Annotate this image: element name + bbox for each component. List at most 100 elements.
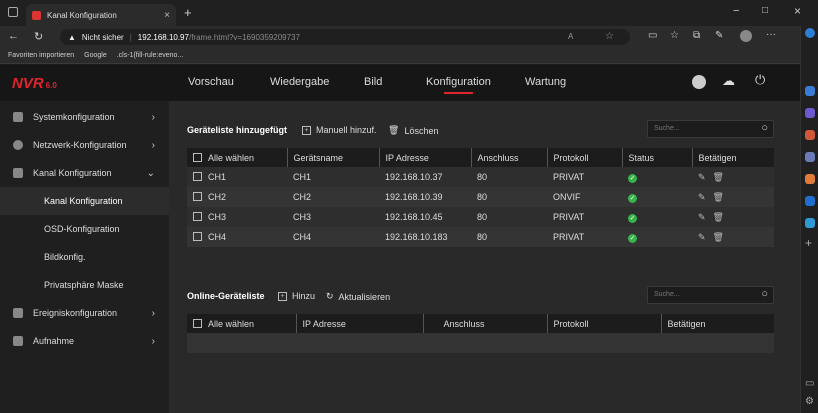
add-icon[interactable]: +: [805, 236, 812, 250]
sidebar-sub-channel-config[interactable]: Kanal Konfiguration: [0, 187, 169, 215]
bing-icon[interactable]: [805, 28, 815, 38]
sidebar-item-channel[interactable]: Kanal Konfiguration ⌄: [0, 159, 169, 187]
outlook-icon[interactable]: [805, 196, 815, 206]
collections-icon[interactable]: ⧉: [693, 30, 700, 41]
favorites-bar: Favoriten importieren Google .cls-1{fill…: [0, 48, 800, 64]
plus-icon: +: [278, 291, 287, 301]
nav-konfiguration[interactable]: Konfiguration: [426, 76, 491, 94]
tools-icon[interactable]: [805, 130, 815, 140]
new-tab-button[interactable]: +: [184, 5, 192, 20]
tab-close-icon[interactable]: ×: [164, 10, 170, 21]
row-checkbox[interactable]: [193, 232, 202, 241]
row-checkbox[interactable]: [193, 192, 202, 201]
camera-icon: [13, 168, 23, 178]
favorites-icon[interactable]: ☆: [670, 30, 679, 41]
status-ok-icon: ✓: [628, 233, 637, 243]
recording-icon: [13, 336, 23, 346]
url-path: /frame.html?v=1690359209737: [188, 32, 300, 42]
manual-add-button[interactable]: + Manuell hinzuf.: [302, 125, 377, 135]
shopping-icon[interactable]: [805, 108, 815, 118]
device-table: Alle wählen Gerätsname IP Adresse Anschl…: [187, 148, 774, 247]
col-actions: Betätigen: [660, 314, 774, 333]
select-all-header[interactable]: Alle wählen: [187, 148, 287, 167]
row-checkbox[interactable]: [193, 172, 202, 181]
minimize-button[interactable]: −: [733, 5, 739, 17]
nvr-version: 6.0: [45, 81, 57, 90]
profile-avatar[interactable]: [740, 30, 752, 42]
sidebar-item-system[interactable]: Systemkonfiguration ›: [0, 103, 169, 131]
power-icon[interactable]: ⏻: [755, 72, 765, 88]
sidebar-item-events[interactable]: Ereigniskonfiguration ›: [0, 299, 169, 327]
select-all-checkbox[interactable]: [193, 152, 202, 162]
more-menu-icon[interactable]: ···: [766, 29, 776, 40]
search-icon[interactable]: ○: [761, 122, 768, 134]
edit-icon[interactable]: ✎: [698, 172, 706, 182]
col-protocol: Protokoll: [546, 314, 661, 333]
add-button[interactable]: + Hinzu: [278, 291, 315, 301]
refresh-button[interactable]: ↻ Aktualisieren: [326, 291, 390, 302]
select-all-header[interactable]: Alle wählen: [187, 314, 296, 333]
office-icon[interactable]: [805, 174, 815, 184]
empty-row: [187, 333, 774, 353]
search-icon[interactable]: [805, 86, 815, 96]
edit-icon[interactable]: ✎: [698, 232, 706, 242]
nav-wartung[interactable]: Wartung: [525, 76, 566, 88]
split-screen-icon[interactable]: ▭: [648, 30, 657, 41]
col-protocol: Protokoll: [546, 148, 622, 167]
online-table: Alle wählen IP Adresse Anschluss Protoko…: [187, 314, 774, 353]
favorite-import[interactable]: Favoriten importieren: [8, 52, 74, 59]
security-label: Nicht sicher: [81, 32, 124, 42]
table-row[interactable]: CH2 CH2 192.168.10.39 80 ONVIF ✓ ✎ 🗑: [187, 187, 774, 207]
edit-icon[interactable]: ✎: [698, 192, 706, 202]
delete-button[interactable]: 🗑 Löschen: [388, 125, 438, 136]
user-avatar[interactable]: [692, 75, 706, 89]
nav-bild[interactable]: Bild: [364, 76, 382, 88]
nvr-app: NVR 6.0 Vorschau Wiedergabe Bild Konfigur…: [0, 65, 800, 413]
url-host: 192.168.10.97: [137, 32, 189, 42]
favorite-star-icon[interactable]: ☆: [605, 31, 614, 42]
sidebar-item-recording[interactable]: Aufnahme ›: [0, 327, 169, 355]
favorite-css[interactable]: .cls-1{fill-rule:eveno...: [117, 52, 184, 59]
settings-icon[interactable]: ⚙: [805, 396, 814, 407]
drop-icon[interactable]: [805, 218, 815, 228]
cloud-icon[interactable]: ☁: [722, 73, 735, 89]
system-icon: [13, 112, 23, 122]
sidebar-sub-privacy[interactable]: Privatsphäre Maske: [0, 271, 169, 299]
sidebar-sub-osd[interactable]: OSD-Konfiguration: [0, 215, 169, 243]
tab-actions-icon[interactable]: [8, 7, 18, 17]
reload-icon[interactable]: ↻: [34, 30, 43, 43]
table-row[interactable]: CH4 CH4 192.168.10.183 80 PRIVAT ✓ ✎ 🗑: [187, 227, 774, 247]
col-name: Gerätsname: [286, 148, 379, 167]
trash-icon[interactable]: 🗑: [713, 232, 724, 242]
games-icon[interactable]: [805, 152, 815, 162]
table-row[interactable]: CH3 CH3 192.168.10.45 80 PRIVAT ✓ ✎ 🗑: [187, 207, 774, 227]
nav-wiedergabe[interactable]: Wiedergabe: [270, 76, 329, 88]
table-row[interactable]: CH1 CH1 192.168.10.37 80 PRIVAT ✓ ✎ 🗑: [187, 167, 774, 187]
nvr-logo: NVR 6.0: [12, 75, 57, 92]
maximize-button[interactable]: □: [762, 5, 768, 16]
browser-tab[interactable]: Kanal Konfiguration ×: [26, 4, 176, 26]
favorite-google[interactable]: Google: [84, 52, 107, 59]
trash-icon[interactable]: 🗑: [713, 212, 724, 222]
url-field[interactable]: ▲ Nicht sicher | 192.168.10.97 /frame.ht…: [60, 29, 630, 45]
nav-vorschau[interactable]: Vorschau: [188, 76, 234, 88]
read-aloud-icon[interactable]: A: [568, 32, 573, 41]
browser-tab-bar: Kanal Konfiguration × + − □ ×: [0, 0, 818, 26]
close-window-button[interactable]: ×: [794, 4, 801, 18]
browser-side-rail: + ▭ ⚙: [800, 26, 818, 413]
trash-icon: 🗑: [388, 125, 400, 135]
select-all-checkbox[interactable]: [193, 318, 202, 328]
search-icon[interactable]: ○: [761, 288, 768, 300]
trash-icon[interactable]: 🗑: [713, 172, 724, 182]
online-search-input[interactable]: Suche... ○: [647, 286, 774, 304]
sidebar-toggle-icon[interactable]: ▭: [805, 378, 814, 389]
col-port: Anschluss: [470, 148, 547, 167]
extensions-icon[interactable]: ✎: [715, 30, 723, 41]
row-checkbox[interactable]: [193, 212, 202, 221]
sidebar-item-network[interactable]: Netzwerk-Konfiguration ›: [0, 131, 169, 159]
device-search-input[interactable]: Suche... ○: [647, 120, 774, 138]
edit-icon[interactable]: ✎: [698, 212, 706, 222]
back-icon[interactable]: ←: [8, 30, 19, 42]
trash-icon[interactable]: 🗑: [713, 192, 724, 202]
sidebar-sub-image[interactable]: Bildkonfig.: [0, 243, 169, 271]
